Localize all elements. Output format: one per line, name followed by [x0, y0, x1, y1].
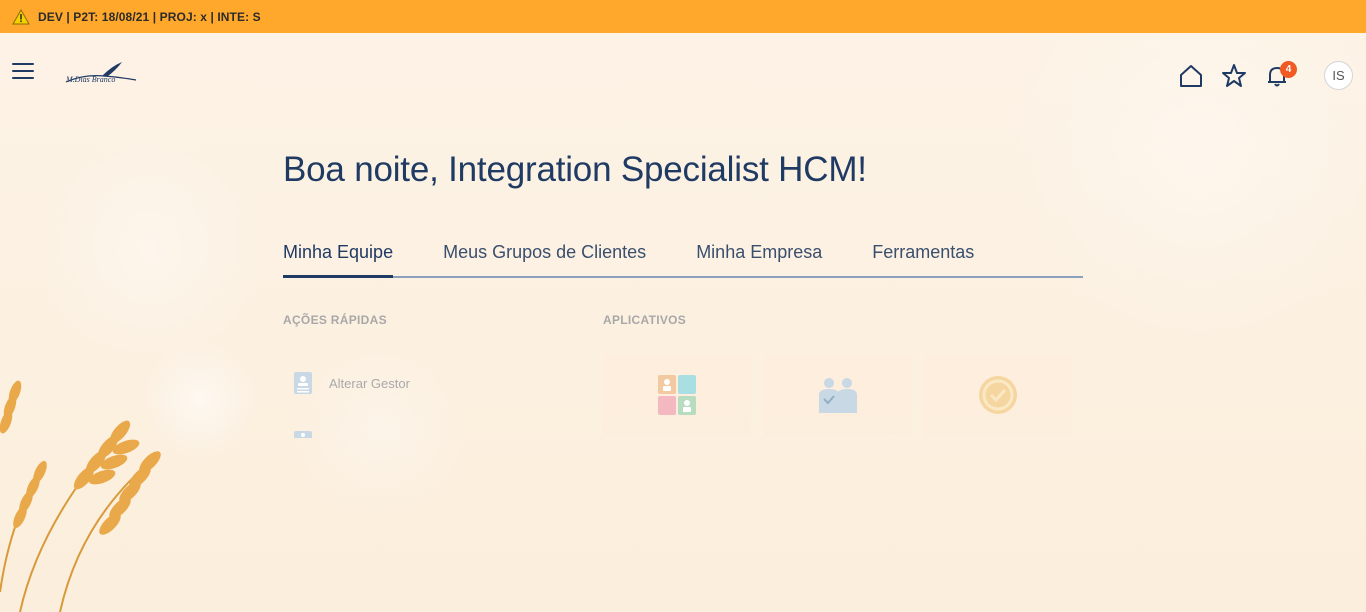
- app-tile[interactable]: [603, 355, 751, 435]
- app-tile[interactable]: [764, 355, 912, 435]
- team-icon: [819, 378, 857, 413]
- warning-icon: [12, 8, 30, 24]
- quick-actions-title: AÇÕES RÁPIDAS: [283, 313, 387, 327]
- quick-action-label: Alterar Gestor: [329, 375, 410, 391]
- employee-card-icon[interactable]: [293, 430, 313, 438]
- quick-action-alterar-gestor[interactable]: Alterar Gestor: [293, 371, 410, 395]
- badge-check-icon: [979, 376, 1017, 414]
- app-header: M.Dias Branco 4 IS: [0, 33, 1366, 117]
- main-content: Boa noite, Integration Specialist HCM! M…: [283, 150, 1083, 438]
- tab-bar: Minha Equipe Meus Grupos de Clientes Min…: [283, 240, 1083, 278]
- tab-ferramentas[interactable]: Ferramentas: [872, 240, 974, 276]
- environment-banner: DEV | P2T: 18/08/21 | PROJ: x | INTE: S: [0, 0, 1366, 33]
- app-grid-icon: [658, 375, 696, 415]
- tab-minha-empresa[interactable]: Minha Empresa: [696, 240, 822, 276]
- notification-badge: 4: [1280, 61, 1297, 78]
- employee-card-icon: [294, 372, 312, 394]
- app-tile[interactable]: [924, 355, 1072, 435]
- greeting-title: Boa noite, Integration Specialist HCM!: [283, 150, 867, 189]
- wheat-decoration: [0, 380, 161, 612]
- tab-meus-grupos-de-clientes[interactable]: Meus Grupos de Clientes: [443, 240, 646, 276]
- company-logo[interactable]: M.Dias Branco: [64, 60, 138, 88]
- tab-minha-equipe[interactable]: Minha Equipe: [283, 240, 394, 278]
- home-icon[interactable]: [1178, 63, 1204, 89]
- svg-text:M.Dias Branco: M.Dias Branco: [65, 75, 115, 84]
- star-icon[interactable]: [1221, 63, 1247, 89]
- environment-banner-text: DEV | P2T: 18/08/21 | PROJ: x | INTE: S: [38, 9, 261, 24]
- apps-title: APLICATIVOS: [603, 313, 687, 327]
- menu-icon[interactable]: [12, 63, 34, 81]
- user-avatar[interactable]: IS: [1324, 61, 1353, 90]
